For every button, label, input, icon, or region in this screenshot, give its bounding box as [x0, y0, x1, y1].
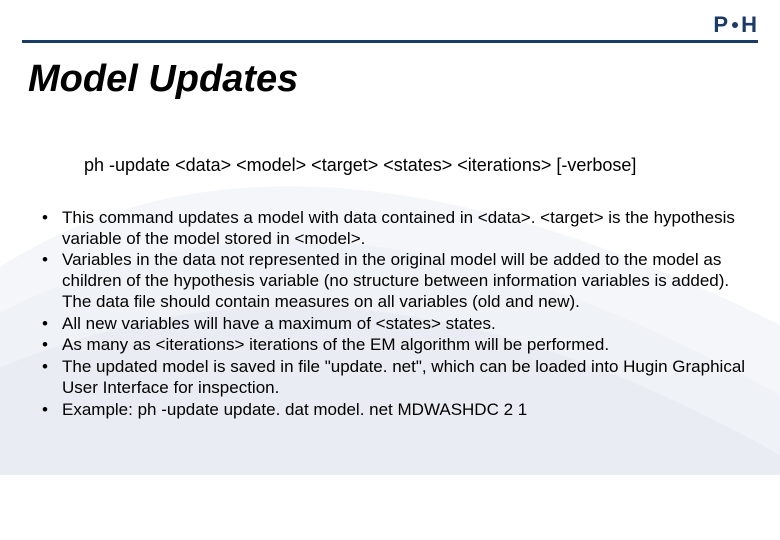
bullet-text: Example: ph -update update. dat model. n…: [62, 400, 527, 419]
logo-right: H: [741, 12, 758, 37]
top-divider: [22, 40, 758, 43]
brand-logo: PH: [713, 12, 758, 38]
logo-dot-icon: [732, 22, 738, 28]
bullet-list: This command updates a model with data c…: [38, 208, 750, 421]
list-item: Variables in the data not represented in…: [38, 250, 750, 312]
list-item: All new variables will have a maximum of…: [38, 314, 750, 335]
list-item: Example: ph -update update. dat model. n…: [38, 400, 750, 421]
bullet-text: Variables in the data not represented in…: [62, 250, 729, 310]
list-item: This command updates a model with data c…: [38, 208, 750, 249]
bullet-text: This command updates a model with data c…: [62, 208, 735, 248]
logo-left: P: [713, 12, 729, 37]
command-syntax: ph -update <data> <model> <target> <stat…: [84, 155, 740, 176]
bullet-text: All new variables will have a maximum of…: [62, 314, 496, 333]
list-item: As many as <iterations> iterations of th…: [38, 335, 750, 356]
bullet-text: As many as <iterations> iterations of th…: [62, 335, 609, 354]
list-item: The updated model is saved in file "upda…: [38, 357, 750, 398]
slide-title: Model Updates: [28, 58, 298, 101]
bullet-text: The updated model is saved in file "upda…: [62, 357, 745, 397]
